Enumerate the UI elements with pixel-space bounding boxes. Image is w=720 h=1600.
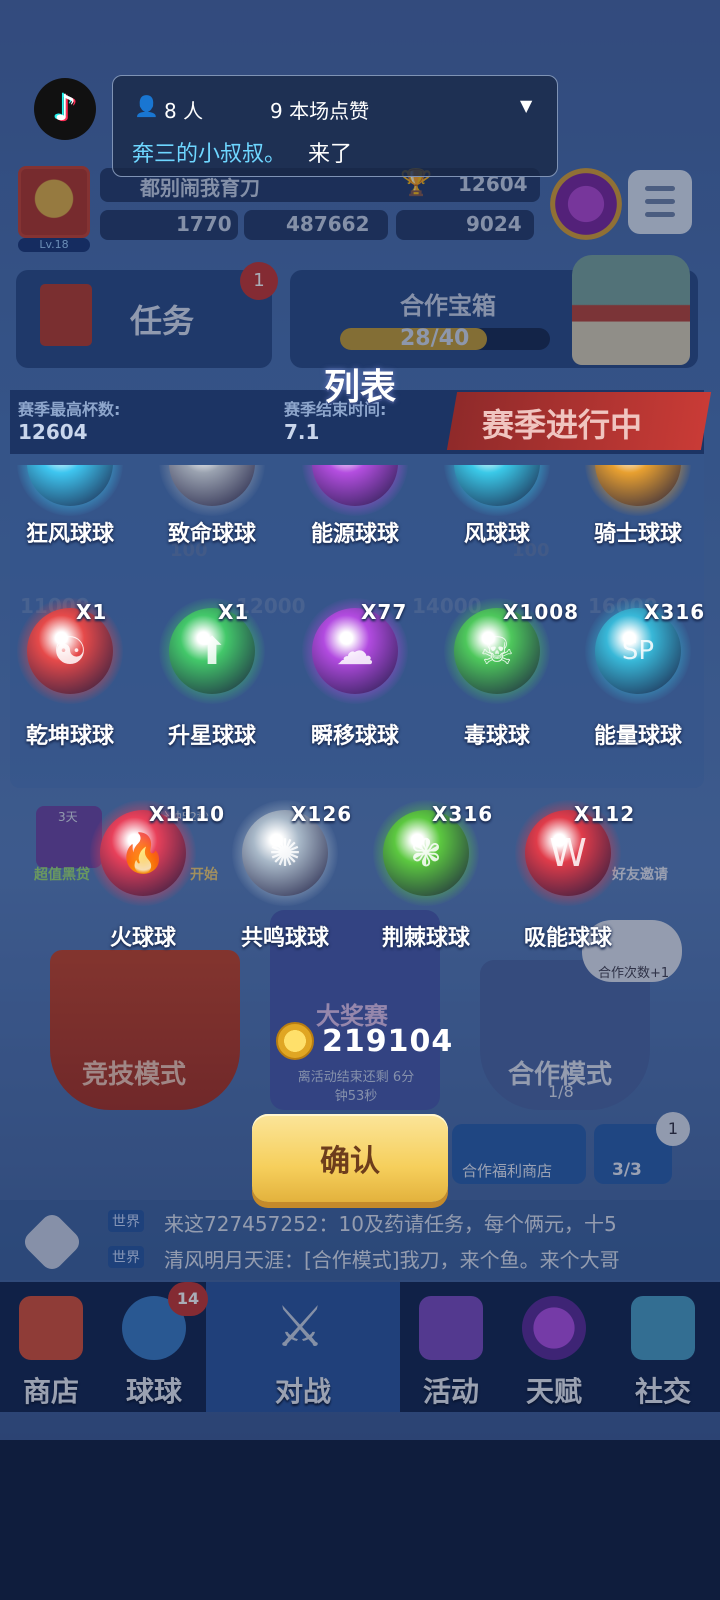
ball-name: 毒球球 <box>463 724 530 749</box>
ball-count: X316 <box>644 600 706 624</box>
person-icon: 👤 <box>134 94 159 118</box>
music-note-icon: ♪ <box>53 88 77 129</box>
bottom-band <box>0 1440 720 1600</box>
ball-count: X77 <box>361 600 408 624</box>
triangle-down-icon[interactable]: ▼ <box>520 96 532 115</box>
ball-name: 致命球球 <box>167 522 256 547</box>
season-best-value: 12604 <box>18 420 88 444</box>
ball-count: X1 <box>76 600 108 624</box>
ball-count: X126 <box>291 802 353 826</box>
viewer-count: 8 人 <box>164 99 204 123</box>
joined-text: 来了 <box>308 142 353 167</box>
ball-name: 升星球球 <box>167 724 256 749</box>
ball-count: X1110 <box>149 802 226 826</box>
ball-count: X112 <box>574 802 636 826</box>
like-count: 9 本场点赞 <box>270 99 370 123</box>
ball-name: 乾坤球球 <box>25 724 114 749</box>
ball-name: 能源球球 <box>310 522 399 547</box>
ball-name: 火球球 <box>109 926 176 951</box>
ball-name: 狂风球球 <box>25 522 114 547</box>
ball-count: X1 <box>218 600 250 624</box>
ball-count: X1008 <box>503 600 580 624</box>
ball-name: 能量球球 <box>593 724 682 749</box>
modal-title: 列表 <box>323 367 396 408</box>
coin-icon <box>276 1022 314 1060</box>
ball-name: 风球球 <box>463 522 530 547</box>
ball-name: 共鸣球球 <box>240 926 329 951</box>
confirm-label: 确认 <box>320 1144 380 1179</box>
ball-count: X316 <box>432 802 494 826</box>
ball-name: 吸能球球 <box>523 926 612 951</box>
ball-name: 荆棘球球 <box>381 926 470 951</box>
ball-name: 骑士球球 <box>593 522 682 547</box>
season-end-value: 7.1 <box>284 420 320 444</box>
ball-name: 瞬移球球 <box>310 724 399 749</box>
coin-balance: 219104 <box>322 1024 454 1059</box>
joiner-name: 奔三的小叔叔。 <box>132 142 287 167</box>
